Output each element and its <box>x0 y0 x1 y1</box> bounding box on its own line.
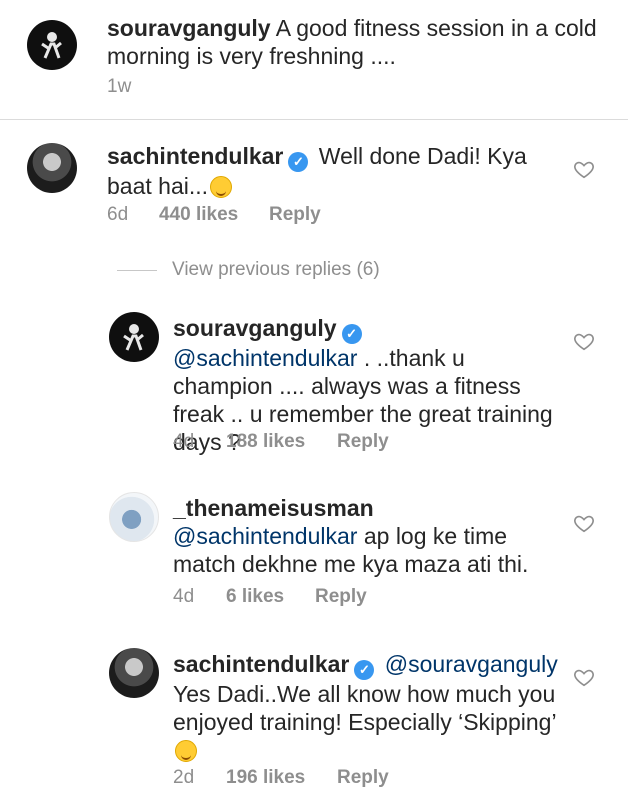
mention-link[interactable]: @sachintendulkar <box>173 523 357 549</box>
view-previous-replies-label[interactable]: View previous replies (6) <box>172 258 380 282</box>
heart-outline-icon[interactable] <box>573 330 595 352</box>
reply-button[interactable]: Reply <box>269 203 321 227</box>
mention-link[interactable]: @sachintendulkar <box>173 345 357 371</box>
reply-username[interactable]: sachintendulkar <box>173 651 349 677</box>
verified-badge-icon: ✓ <box>341 324 362 344</box>
caption-time: 1w <box>107 76 132 97</box>
reply-button[interactable]: Reply <box>337 766 389 790</box>
reply-time: 2d <box>173 767 195 788</box>
reply-text: _thenameisusman @sachintendulkar ap log … <box>173 494 563 578</box>
reply-button[interactable]: Reply <box>337 430 389 454</box>
reply-time: 4d <box>173 586 195 607</box>
comment-likes[interactable]: 440 likes <box>159 203 238 227</box>
reply-body: Yes Dadi..We all know how much you enjoy… <box>173 681 557 735</box>
person-silhouette-icon <box>123 324 144 351</box>
person-silhouette-icon <box>41 32 62 59</box>
comment-time: 6d <box>107 204 129 225</box>
heart-outline-icon[interactable] <box>573 512 595 534</box>
avatar[interactable] <box>27 143 77 193</box>
reply-username[interactable]: _thenameisusman <box>173 495 374 521</box>
view-previous-replies[interactable]: View previous replies (6) <box>117 258 417 282</box>
verified-badge-icon: ✓ <box>288 152 309 172</box>
winking-face-icon <box>210 176 233 198</box>
heart-outline-icon[interactable] <box>573 158 595 180</box>
reply-likes[interactable]: 196 likes <box>226 766 305 790</box>
reply-button[interactable]: Reply <box>315 585 367 609</box>
comment-username[interactable]: sachintendulkar <box>107 143 283 169</box>
avatar[interactable] <box>27 20 77 70</box>
comment-text: sachintendulkar ✓ Well done Dadi! Kya baa… <box>107 142 557 200</box>
reply-likes[interactable]: 188 likes <box>226 430 305 454</box>
reply-likes[interactable]: 6 likes <box>226 585 284 609</box>
avatar[interactable] <box>109 312 159 362</box>
face-savoring-food-icon <box>175 740 197 762</box>
post-caption: souravganguly A good fitness session in … <box>0 0 628 120</box>
reply-username[interactable]: souravganguly <box>173 315 337 341</box>
reply-time: 4d <box>173 431 195 452</box>
verified-badge-icon: ✓ <box>354 660 375 680</box>
avatar[interactable] <box>109 648 159 698</box>
caption-text: souravganguly A good fitness session in … <box>107 14 597 70</box>
divider <box>117 270 157 271</box>
heart-outline-icon[interactable] <box>573 666 595 688</box>
caption-username[interactable]: souravganguly <box>107 15 271 41</box>
avatar[interactable] <box>109 492 159 542</box>
mention-link[interactable]: @souravganguly <box>385 651 558 677</box>
reply-text: sachintendulkar ✓ @souravganguly Yes Dadi… <box>173 650 563 764</box>
